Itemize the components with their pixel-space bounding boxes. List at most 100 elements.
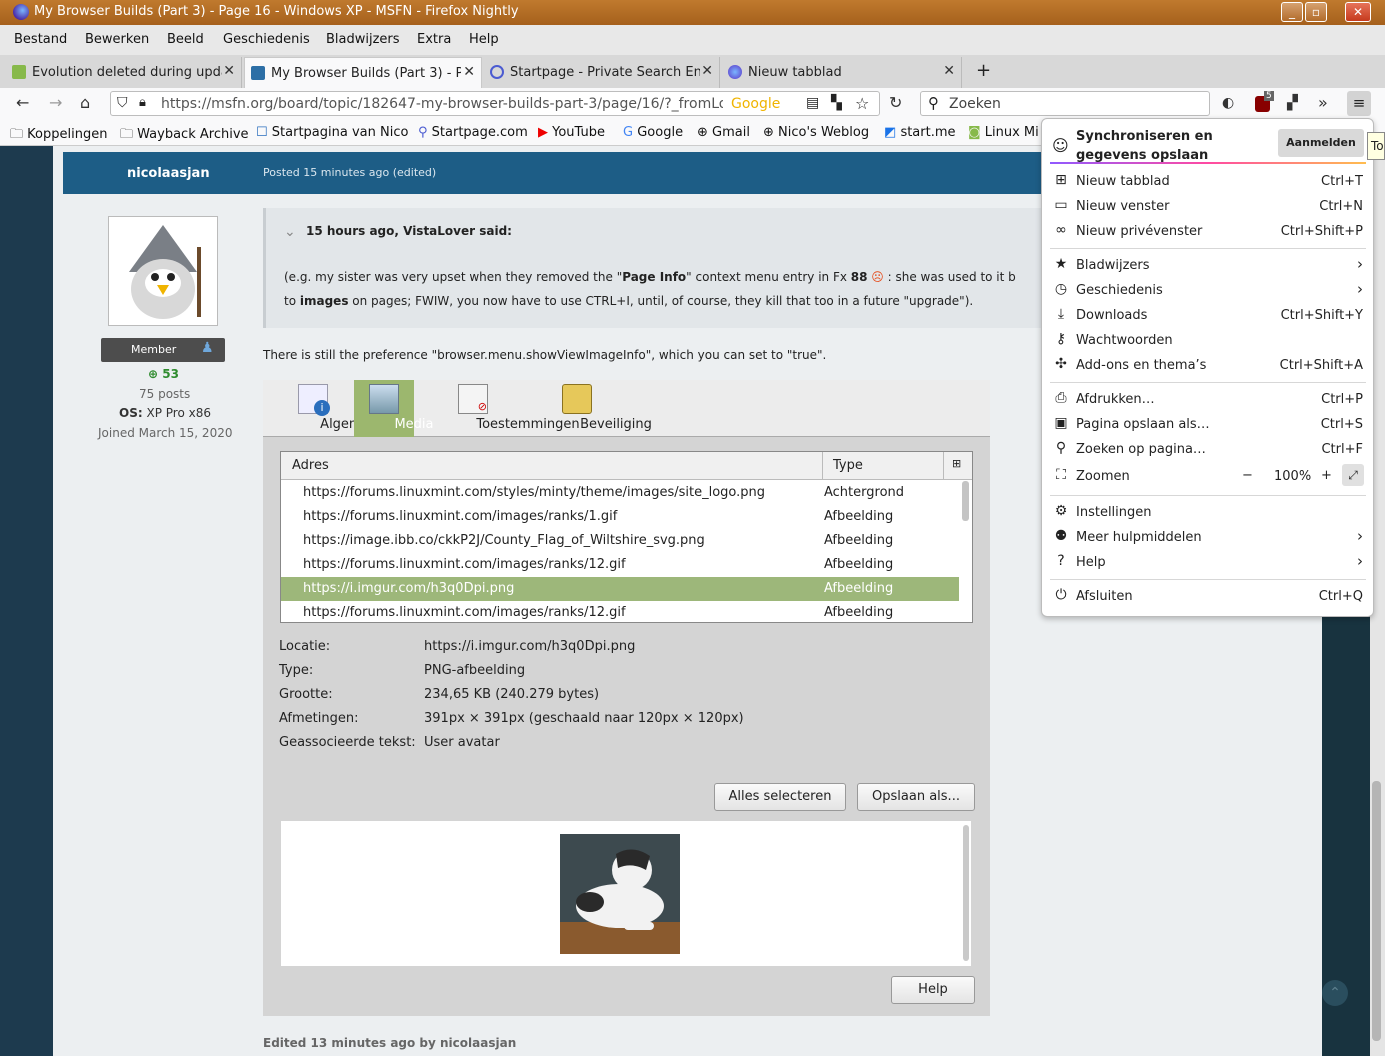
table-row[interactable]: https://forums.linuxmint.com/styles/mint… [281, 481, 959, 505]
close-tab-icon[interactable]: ✕ [701, 63, 713, 79]
menu-bestand[interactable]: Bestand [14, 32, 67, 47]
table-row-selected[interactable]: https://i.imgur.com/h3q0Dpi.png Afbeeldin… [281, 577, 959, 601]
menu-quit[interactable]: ⏻ Afsluiten Ctrl+Q [1042, 584, 1373, 609]
member-badge: Member ♟ [101, 338, 225, 362]
menu-downloads[interactable]: ⤓ Downloads Ctrl+Shift+Y [1042, 303, 1373, 328]
tab-startpage[interactable]: Startpage - Private Search Eng ✕ [484, 57, 720, 88]
bookmark-startpage[interactable]: ⚲ Startpage.com [418, 125, 528, 140]
shield-icon[interactable]: ⛉ [117, 95, 128, 111]
zoom-level[interactable]: 100% [1274, 469, 1311, 484]
media-preview [281, 821, 971, 966]
preview-scrollbar[interactable] [963, 825, 969, 961]
column-picker-icon[interactable]: ⊞ [952, 457, 961, 470]
save-as-button[interactable]: Opslaan als... [857, 783, 975, 811]
star-icon: ★ [1054, 256, 1068, 272]
menu-bewerken[interactable]: Bewerken [85, 32, 149, 47]
bookmark-nicos-weblog[interactable]: ⊕ Nico's Weblog [763, 125, 869, 140]
menu-private-window[interactable]: ∞ Nieuw privévenster Ctrl+Shift+P [1042, 219, 1373, 244]
tab-media[interactable]: Media [354, 380, 434, 437]
bookmark-koppelingen[interactable]: 🗀︎ Koppelingen [10, 125, 107, 147]
mask-icon[interactable]: ◐ [1222, 95, 1234, 111]
close-window-button[interactable]: ✕ [1345, 2, 1371, 22]
scrollbar-thumb[interactable] [1372, 781, 1381, 1041]
edited-note: Edited 13 minutes ago by nicolaasjan [263, 1036, 517, 1050]
menu-help[interactable]: ? Help › [1042, 550, 1373, 575]
sign-in-button[interactable]: Aanmelden [1278, 129, 1364, 157]
url-bar[interactable]: ⛉ 🔒︎ https://msfn.org/board/topic/182647… [110, 91, 880, 116]
menu-extra[interactable]: Extra [417, 32, 451, 47]
table-row[interactable]: https://forums.linuxmint.com/images/rank… [281, 553, 959, 577]
angry-emoji-icon: ☹ [871, 270, 884, 284]
menu-bookmarks[interactable]: ★ Bladwijzers › [1042, 253, 1373, 278]
fullscreen-icon[interactable]: ⤢ [1342, 464, 1364, 486]
menu-print[interactable]: ⎙ Afdrukken… Ctrl+P [1042, 387, 1373, 412]
firefox-favicon [728, 65, 742, 79]
bookmark-startme[interactable]: ◩ start.me [884, 125, 956, 140]
back-icon[interactable]: ← [16, 93, 29, 112]
tab-beveiliging[interactable]: Beveiliging [538, 380, 652, 437]
info-icon: i [298, 384, 330, 416]
post-author[interactable]: nicolaasjan [127, 166, 210, 181]
menu-history[interactable]: ◷ Geschiedenis › [1042, 278, 1373, 303]
bookmark-wayback[interactable]: 🗀︎ Wayback Archive [120, 125, 249, 147]
hamburger-menu-icon[interactable]: ≡ [1347, 91, 1371, 116]
help-button[interactable]: Help [891, 976, 975, 1004]
table-scrollbar-thumb[interactable] [962, 481, 969, 521]
bookmark-google[interactable]: G Google [623, 125, 683, 140]
menu-new-window[interactable]: ▭ Nieuw venster Ctrl+N [1042, 194, 1373, 219]
menu-passwords[interactable]: ⚷ Wachtwoorden [1042, 328, 1373, 353]
lock-icon[interactable]: 🔒︎ [139, 95, 146, 110]
menu-help[interactable]: Help [469, 32, 499, 47]
minimize-button[interactable]: _ [1281, 2, 1303, 22]
bookmark-linuxmint[interactable]: ◙ Linux Mi [968, 125, 1039, 140]
forward-icon[interactable]: → [49, 93, 62, 112]
extensions-grid-icon[interactable]: ▞ [1287, 95, 1298, 111]
menu-more-tools[interactable]: ⚉ Meer hulpmiddelen › [1042, 525, 1373, 550]
permissions-icon: ⊘ [458, 384, 488, 414]
maximize-button[interactable]: ▫ [1305, 2, 1327, 22]
bookmark-youtube[interactable]: ▶ YouTube [538, 125, 605, 140]
menu-bladwijzers[interactable]: Bladwijzers [326, 32, 400, 47]
bookmark-gmail[interactable]: ⊕ Gmail [697, 125, 750, 140]
gear-icon: ⚙ [1054, 503, 1068, 519]
table-row[interactable]: https://image.ibb.co/ckkP2J/County_Flag_… [281, 529, 959, 553]
bookmark-startpagina[interactable]: ☐ Startpagina van Nico [256, 125, 408, 140]
reload-icon[interactable]: ↻ [889, 93, 902, 112]
col-type[interactable]: Type [833, 458, 863, 473]
avatar[interactable] [108, 216, 218, 326]
zoom-out-button[interactable]: − [1242, 468, 1253, 483]
close-tab-icon[interactable]: ✕ [223, 63, 235, 79]
tab-evolution[interactable]: Evolution deleted during upda ✕ [6, 57, 242, 88]
menu-find-in-page[interactable]: ⚲ Zoeken op pagina… Ctrl+F [1042, 437, 1373, 462]
tab-algemeen[interactable]: i Algemeen [273, 380, 386, 437]
reader-view-icon[interactable]: ▤ [806, 95, 819, 111]
table-row[interactable]: https://forums.linuxmint.com/images/rank… [281, 601, 959, 625]
close-tab-icon[interactable]: ✕ [943, 63, 955, 79]
search-bar[interactable]: ⚲ Zoeken [920, 91, 1210, 116]
col-adres[interactable]: Adres [292, 458, 329, 473]
menu-geschiedenis[interactable]: Geschiedenis [223, 32, 310, 47]
tab-toestemmingen[interactable]: ⊘ Toestemmingen [418, 380, 580, 437]
sync-title: Synchroniseren en gegevens opslaan [1076, 129, 1213, 163]
tab-my-browser-builds[interactable]: My Browser Builds (Part 3) - Pa ✕ [244, 57, 482, 88]
new-tab-icon[interactable]: + [976, 60, 991, 81]
msfn-favicon [251, 66, 265, 80]
table-row[interactable]: https://forums.linuxmint.com/images/rank… [281, 505, 959, 529]
menu-new-tab[interactable]: ⊞ Nieuw tabblad Ctrl+T [1042, 169, 1373, 194]
menu-beeld[interactable]: Beeld [167, 32, 204, 47]
overflow-chevron-icon[interactable]: » [1318, 93, 1328, 112]
menu-save-page[interactable]: ▣ Pagina opslaan als… Ctrl+S [1042, 412, 1373, 437]
save-page-icon: ▣ [1054, 415, 1068, 431]
select-all-button[interactable]: Alles selecteren [714, 783, 846, 811]
extension-icon[interactable]: ▚ [831, 95, 842, 111]
tab-nieuw-tabblad[interactable]: Nieuw tabblad ✕ [722, 57, 962, 88]
menu-settings[interactable]: ⚙ Instellingen [1042, 500, 1373, 525]
scroll-to-top-icon[interactable]: ⌃ [1322, 980, 1348, 1006]
bookmark-star-icon[interactable]: ☆ [855, 94, 869, 113]
url-text[interactable]: https://msfn.org/board/topic/182647-my-b… [161, 96, 723, 112]
zoom-in-button[interactable]: + [1321, 468, 1332, 483]
chevron-down-icon[interactable]: ⌄ [284, 224, 296, 240]
close-tab-icon[interactable]: ✕ [463, 64, 475, 80]
home-icon[interactable]: ⌂ [80, 93, 90, 112]
menu-addons[interactable]: ✣ Add-ons en thema’s Ctrl+Shift+A [1042, 353, 1373, 378]
